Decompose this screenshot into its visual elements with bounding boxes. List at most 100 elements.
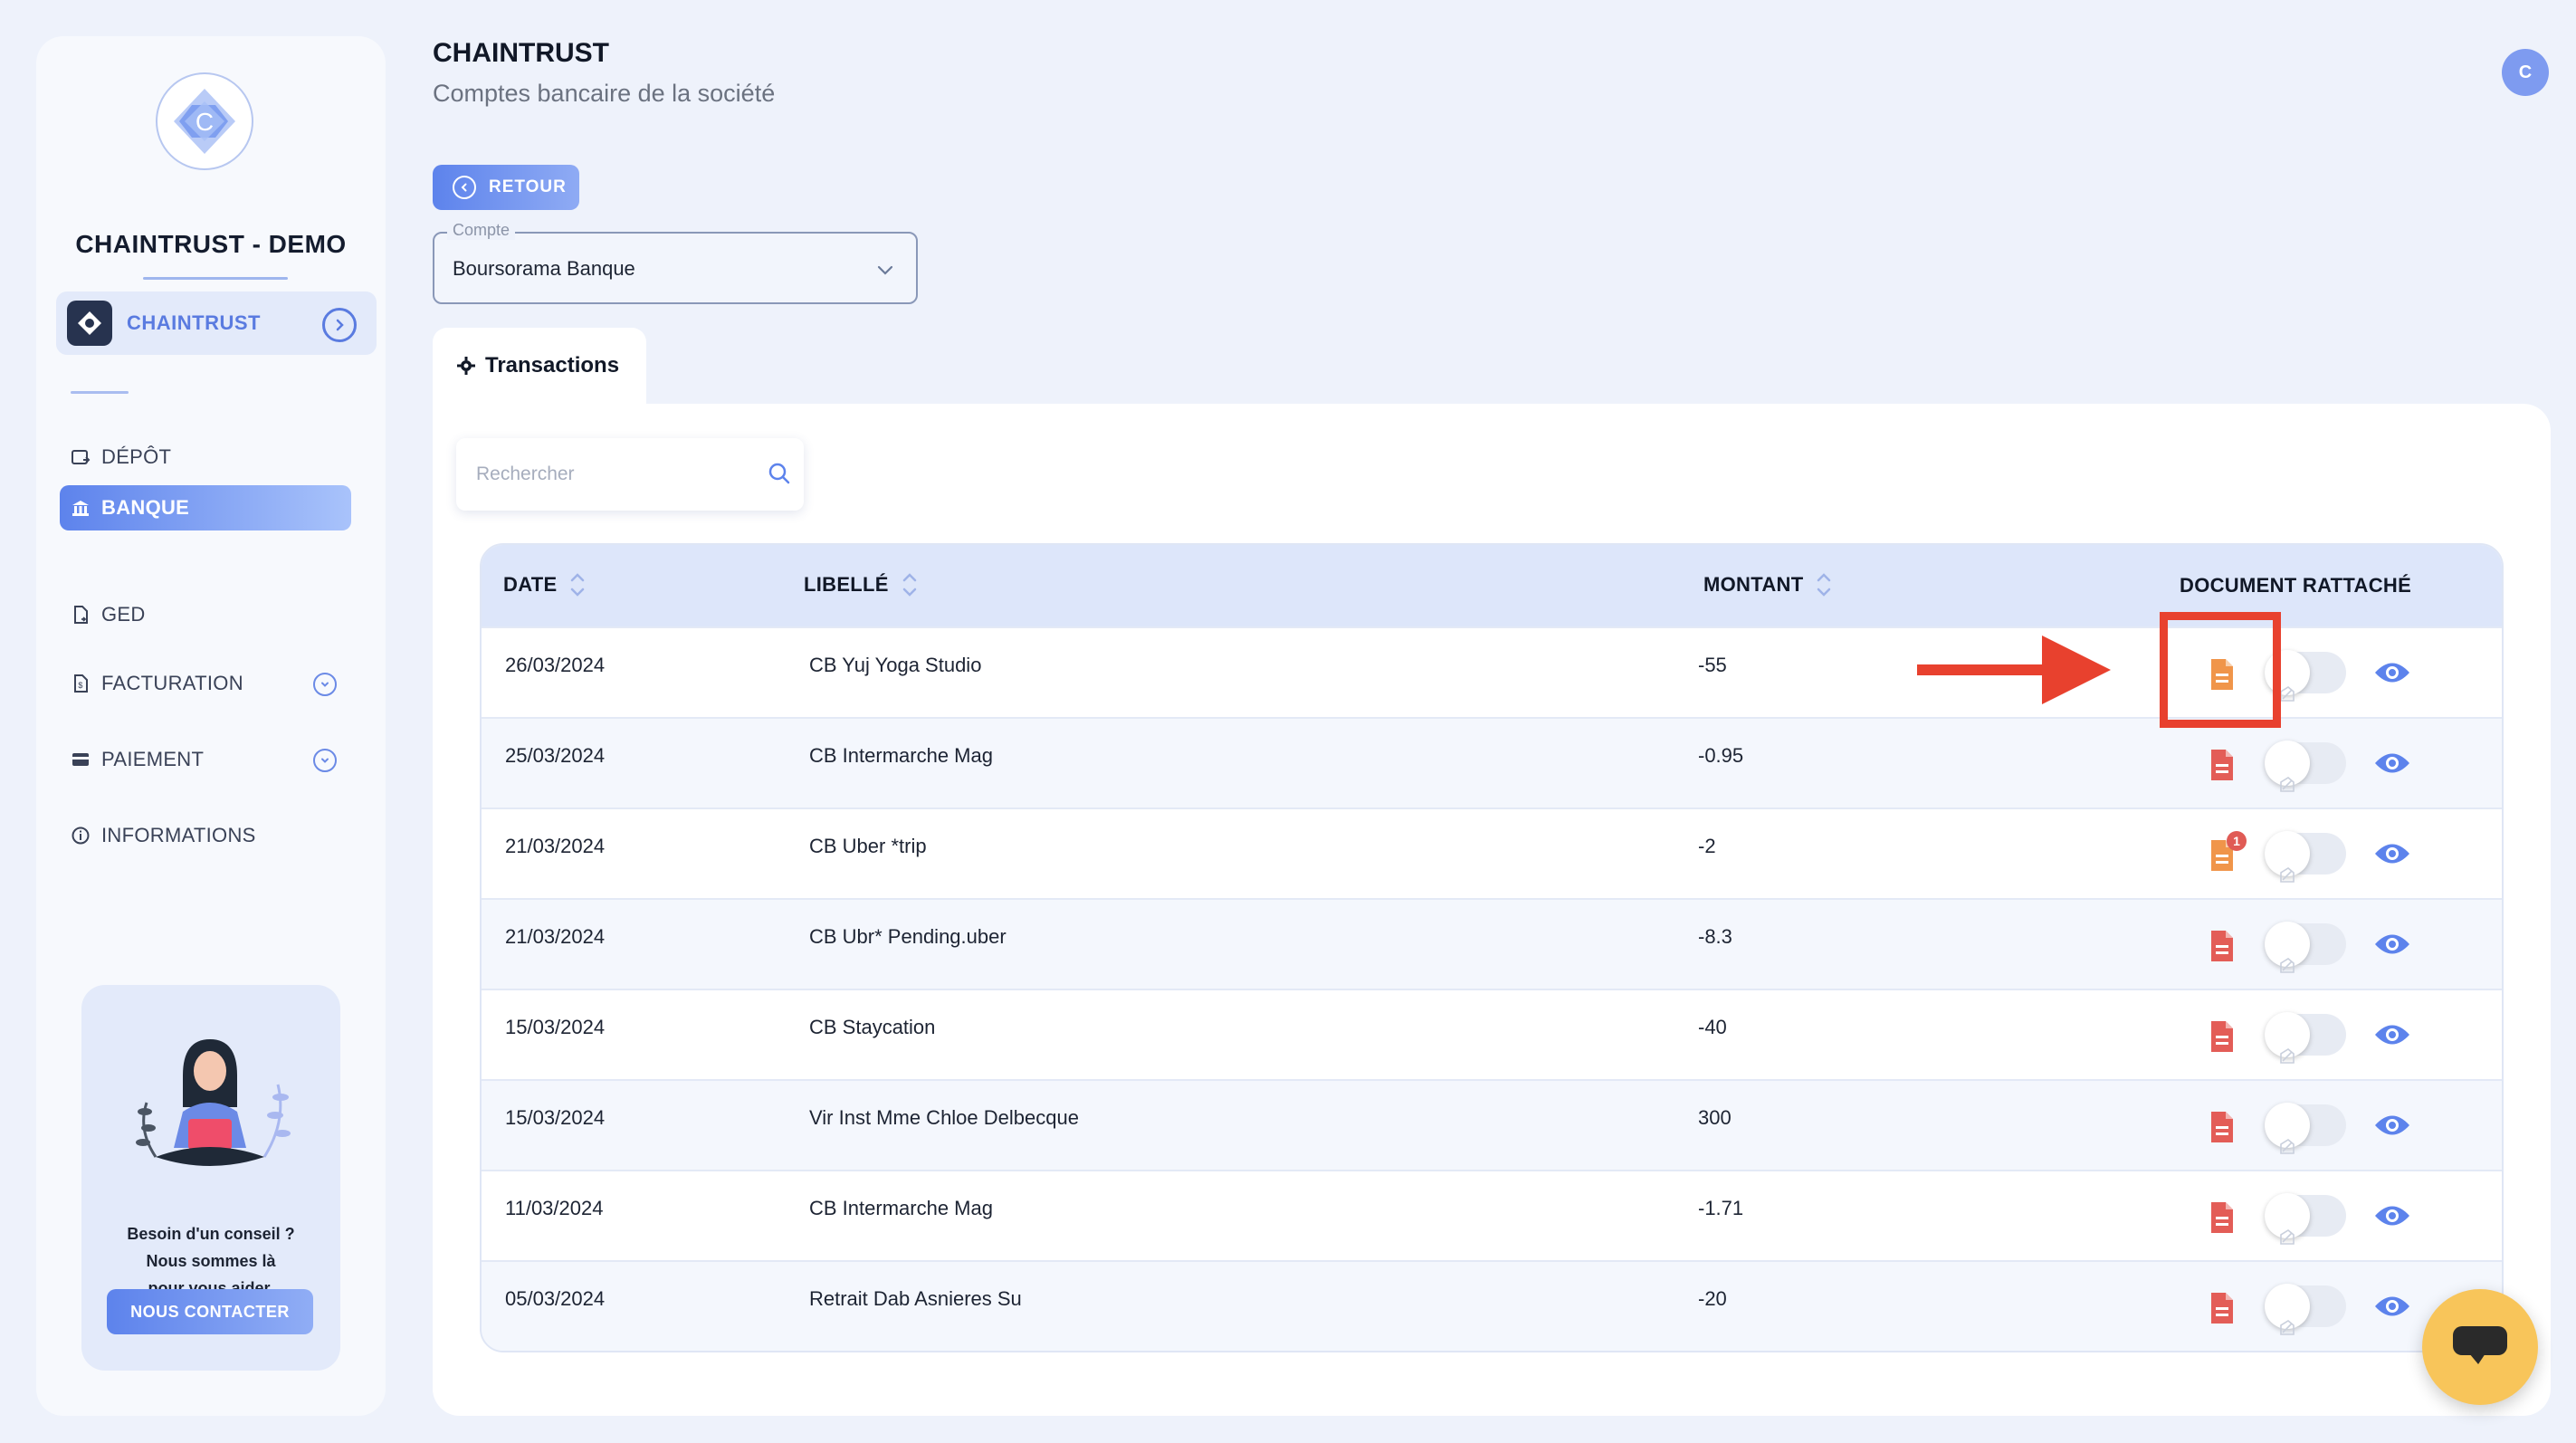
column-header-label: DOCUMENT RATTACHÉ: [2180, 574, 2412, 597]
attached-document-icon[interactable]: [2209, 1200, 2236, 1235]
chevron-down-icon[interactable]: [874, 259, 896, 281]
view-eye-icon[interactable]: [2373, 750, 2411, 781]
attached-document-icon[interactable]: [2209, 748, 2236, 782]
sidebar-item-ged[interactable]: GED: [60, 592, 351, 637]
cell-amount: -8.3: [1698, 925, 1732, 948]
view-eye-icon[interactable]: [2373, 1112, 2411, 1143]
user-avatar[interactable]: C: [2502, 49, 2549, 96]
cell-date: 05/03/2024: [505, 1287, 606, 1310]
cell-label: CB Ubr* Pending.uber: [809, 925, 1007, 948]
back-button[interactable]: RETOUR: [433, 165, 579, 210]
chevron-down-icon[interactable]: [313, 749, 337, 772]
sidebar: C CHAINTRUST - DEMO CHAINTRUST DÉPÔT BAN…: [36, 36, 386, 1416]
sidebar-item-label: INFORMATIONS: [101, 824, 256, 846]
view-eye-icon[interactable]: [2373, 1021, 2411, 1053]
view-eye-icon[interactable]: [2373, 1202, 2411, 1234]
document-icon: [71, 605, 91, 625]
sidebar-item-label: GED: [101, 603, 146, 626]
view-eye-icon[interactable]: [2373, 659, 2411, 691]
view-eye-icon[interactable]: [2373, 840, 2411, 872]
attach-icon: [2280, 777, 2295, 792]
cell-date: 26/03/2024: [505, 654, 606, 676]
sort-icon[interactable]: [902, 572, 918, 597]
cell-label: CB Intermarche Mag: [809, 744, 993, 767]
company-name: CHAINTRUST - DEMO: [75, 230, 347, 258]
attach-toggle[interactable]: [2265, 831, 2346, 883]
help-line: Besoin d'un conseil ?: [127, 1225, 295, 1243]
column-header-montant[interactable]: MONTANT: [1703, 572, 1832, 597]
organization-switcher[interactable]: CHAINTRUST: [56, 291, 377, 355]
cell-label: CB Staycation: [809, 1016, 936, 1038]
organization-label: CHAINTRUST: [127, 311, 261, 334]
account-select[interactable]: Compte Boursorama Banque: [433, 221, 918, 304]
cell-date: 15/03/2024: [505, 1016, 606, 1038]
attach-toggle[interactable]: [2265, 1103, 2346, 1154]
view-eye-icon[interactable]: [2373, 1293, 2411, 1324]
cell-amount: -0.95: [1698, 744, 1744, 767]
company-logo: C: [156, 72, 253, 170]
tab-transactions[interactable]: Transactions: [433, 328, 646, 404]
cell-label: Retrait Dab Asnieres Su: [809, 1287, 1022, 1310]
attach-toggle[interactable]: [2265, 922, 2346, 973]
chevron-down-icon[interactable]: [313, 673, 337, 696]
bank-icon: [71, 498, 91, 518]
sidebar-item-label: FACTURATION: [101, 672, 243, 694]
cell-date: 25/03/2024: [505, 744, 606, 767]
sort-icon[interactable]: [569, 572, 586, 597]
account-select-label: Compte: [447, 221, 516, 240]
attach-toggle[interactable]: [2265, 741, 2346, 792]
cell-amount: 300: [1698, 1106, 1732, 1129]
sidebar-item-facturation[interactable]: $ FACTURATION: [60, 661, 351, 706]
sidebar-item-depot[interactable]: DÉPÔT: [60, 435, 351, 480]
attach-icon: [2280, 867, 2295, 883]
chevron-right-icon[interactable]: [322, 308, 357, 342]
table-row[interactable]: 15/03/2024 Vir Inst Mme Chloe Delbecque 30…: [482, 1079, 2502, 1170]
attach-toggle[interactable]: [2265, 1193, 2346, 1245]
table-row[interactable]: 21/03/2024 CB Uber *trip -2 1: [482, 808, 2502, 898]
cell-date: 21/03/2024: [505, 925, 606, 948]
sort-icon[interactable]: [1816, 572, 1832, 597]
table-row[interactable]: 21/03/2024 CB Ubr* Pending.uber -8.3: [482, 898, 2502, 989]
attached-document-icon[interactable]: [2209, 1291, 2236, 1325]
attach-icon: [2280, 1229, 2295, 1245]
help-line: Nous sommes là: [146, 1252, 276, 1270]
column-header-libelle[interactable]: LIBELLÉ: [804, 572, 918, 597]
attached-document-icon[interactable]: [2209, 1110, 2236, 1144]
table-row[interactable]: 11/03/2024 CB Intermarche Mag -1.71: [482, 1170, 2502, 1260]
page-title: CHAINTRUST: [433, 38, 609, 68]
column-header-label: LIBELLÉ: [804, 573, 889, 596]
sidebar-item-paiement[interactable]: PAIEMENT: [60, 737, 351, 782]
back-button-label: RETOUR: [489, 177, 567, 196]
cell-label: CB Intermarche Mag: [809, 1197, 993, 1219]
attach-toggle[interactable]: [2265, 1012, 2346, 1064]
sidebar-item-informations[interactable]: INFORMATIONS: [60, 813, 351, 858]
attached-document-icon[interactable]: [2209, 929, 2236, 963]
attached-document-icon[interactable]: 1: [2209, 831, 2247, 873]
chat-button[interactable]: [2422, 1289, 2538, 1405]
search-box: [456, 438, 804, 511]
tab-label: Transactions: [485, 353, 620, 377]
table-row[interactable]: 05/03/2024 Retrait Dab Asnieres Su -20: [482, 1260, 2502, 1351]
annotation-highlight-box: [2160, 612, 2281, 728]
chaintrust-logo-icon: C: [174, 89, 235, 154]
search-icon[interactable]: [766, 460, 793, 487]
contact-us-button[interactable]: NOUS CONTACTER: [107, 1289, 313, 1334]
info-icon: [71, 826, 91, 846]
view-eye-icon[interactable]: [2373, 931, 2411, 962]
sidebar-divider: [71, 391, 129, 394]
account-select-value: Boursorama Banque: [453, 257, 635, 280]
table-row[interactable]: 15/03/2024 CB Staycation -40: [482, 989, 2502, 1079]
cell-label: Vir Inst Mme Chloe Delbecque: [809, 1106, 1079, 1129]
cell-date: 15/03/2024: [505, 1106, 606, 1129]
attached-document-icon[interactable]: [2209, 1019, 2236, 1054]
column-header-date[interactable]: DATE: [503, 572, 586, 597]
company-underline: [143, 277, 288, 280]
card-icon: [71, 750, 91, 769]
help-card: Besoin d'un conseil ? Nous sommes là pou…: [81, 985, 340, 1371]
search-input[interactable]: [476, 458, 748, 491]
table-row[interactable]: 25/03/2024 CB Intermarche Mag -0.95: [482, 717, 2502, 808]
sidebar-item-banque[interactable]: BANQUE: [60, 485, 351, 530]
attach-toggle[interactable]: [2265, 1284, 2346, 1335]
meditation-illustration-icon: [136, 1039, 291, 1166]
column-header-document: DOCUMENT RATTACHÉ: [2180, 574, 2411, 597]
